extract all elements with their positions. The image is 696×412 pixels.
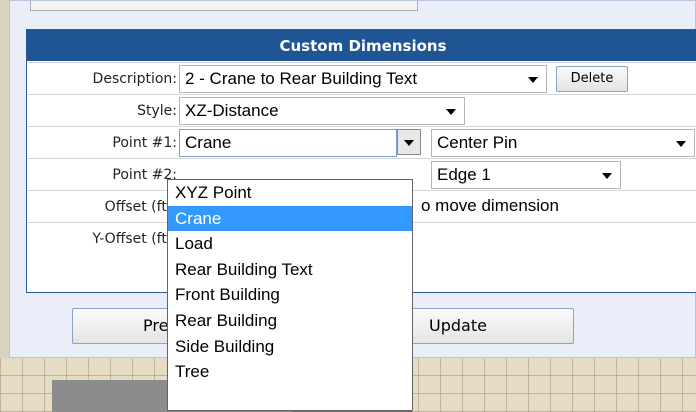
dropdown-option[interactable]: XYZ Point xyxy=(168,180,412,206)
clipped-field xyxy=(30,1,418,11)
point1-label: Point #1: xyxy=(112,135,177,151)
section-header: Custom Dimensions xyxy=(27,30,696,61)
point1-value: Crane xyxy=(185,133,232,152)
description-label: Description: xyxy=(92,71,177,87)
dropdown-option[interactable]: Tree xyxy=(168,359,412,385)
delete-button[interactable]: Delete xyxy=(556,66,628,92)
point1-row: Point #1: Crane Center Pin xyxy=(27,126,696,159)
point1-secondary-value: Center Pin xyxy=(437,133,518,152)
point2-secondary-value: Edge 1 xyxy=(437,165,491,184)
offset-label: Offset (ft): xyxy=(104,199,177,215)
point1-secondary-select[interactable]: Center Pin xyxy=(431,129,695,157)
chevron-down-icon xyxy=(446,109,456,115)
point2-secondary-select[interactable]: Edge 1 xyxy=(431,161,621,189)
offset-hint: o move dimension xyxy=(421,196,559,215)
point1-dropdown-button[interactable] xyxy=(397,129,421,155)
dropdown-option[interactable]: Front Building xyxy=(168,282,412,308)
dropdown-option[interactable]: Rear Building Text xyxy=(168,257,412,283)
y-offset-label: Y-Offset (ft): xyxy=(92,231,177,247)
point1-select[interactable]: Crane xyxy=(179,129,397,157)
dropdown-option-selected[interactable]: Crane xyxy=(168,205,412,232)
description-row: Description: 2 - Crane to Rear Building … xyxy=(27,62,696,95)
style-row: Style: XZ-Distance xyxy=(27,94,696,127)
dropdown-option[interactable]: Side Building xyxy=(168,334,412,360)
chevron-down-icon xyxy=(528,77,538,83)
dropdown-option[interactable]: Load xyxy=(168,231,412,257)
chevron-down-icon xyxy=(676,141,686,147)
style-select[interactable]: XZ-Distance xyxy=(179,97,465,125)
update-button[interactable]: Update xyxy=(408,308,574,344)
dropdown-option[interactable]: Rear Building xyxy=(168,308,412,334)
point2-label: Point #2: xyxy=(112,167,177,183)
chevron-down-icon xyxy=(602,173,612,179)
description-value: 2 - Crane to Rear Building Text xyxy=(185,69,418,88)
style-value: XZ-Distance xyxy=(185,101,279,120)
chevron-down-icon xyxy=(404,140,414,146)
style-label: Style: xyxy=(137,103,177,119)
description-select[interactable]: 2 - Crane to Rear Building Text xyxy=(179,65,547,93)
point1-dropdown-list[interactable]: XYZ Point Crane Load Rear Building Text … xyxy=(167,179,413,411)
